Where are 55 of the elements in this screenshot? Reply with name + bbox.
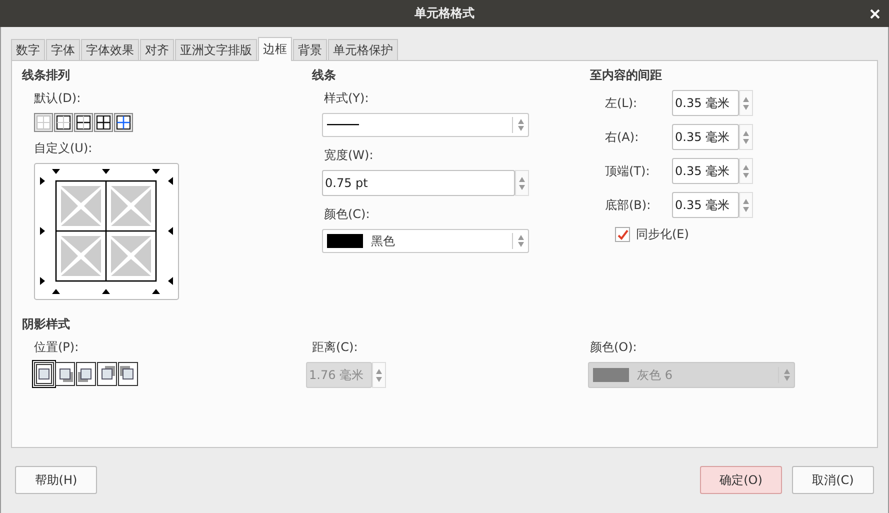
border-preset-icon[interactable] <box>74 113 93 132</box>
field-label: 颜色(O): <box>590 339 637 356</box>
field-label: 顶端(T): <box>605 162 651 180</box>
spin-arrows-icon[interactable] <box>739 124 753 150</box>
line-sample-icon <box>327 124 359 126</box>
section-heading: 线条 <box>312 67 336 84</box>
spin-arrows-icon[interactable] <box>515 170 529 196</box>
tab[interactable]: 对齐 <box>140 39 174 60</box>
field-label: 位置(P): <box>34 339 79 356</box>
window-title: 单元格格式 <box>414 5 474 22</box>
field-label: 自定义(U): <box>34 140 92 157</box>
field-label: 底部(B): <box>605 196 652 214</box>
field-label: 右(A): <box>605 128 640 146</box>
border-preset-icon[interactable] <box>94 113 113 132</box>
field-label: 左(L): <box>605 94 638 112</box>
spin-arrows-icon[interactable] <box>739 90 753 116</box>
checkbox[interactable] <box>615 227 630 242</box>
tab[interactable]: 单元格保护 <box>328 39 398 60</box>
tab[interactable]: 边框 <box>258 37 292 61</box>
border-preset-icon[interactable] <box>114 113 133 132</box>
spin-arrows-icon[interactable] <box>739 192 753 218</box>
cancel-button[interactable]: 取消(C) <box>792 466 874 494</box>
shadow-position-icon[interactable] <box>118 362 138 386</box>
field-label: 默认(D): <box>34 90 81 107</box>
help-button[interactable]: 帮助(H) <box>15 466 97 494</box>
tab[interactable]: 数字 <box>11 39 45 60</box>
shadow-position-icon[interactable] <box>97 362 117 386</box>
section-heading: 至内容的间距 <box>590 67 662 84</box>
spin-arrows-icon[interactable] <box>739 158 753 184</box>
field-label: 颜色(C): <box>324 206 370 223</box>
field-label: 宽度(W): <box>324 147 374 164</box>
field-label: 距离(C): <box>312 339 358 356</box>
spin-arrows-icon <box>512 117 524 133</box>
ok-button[interactable]: 确定(O) <box>700 466 782 494</box>
spacing-input[interactable]: 0.35 毫米 <box>672 192 739 218</box>
color-dropdown[interactable]: 黑色 <box>322 229 529 253</box>
border-preset-icon[interactable] <box>54 113 73 132</box>
section-heading: 线条排列 <box>22 67 70 84</box>
tab[interactable]: 字体 <box>46 39 80 60</box>
tab[interactable]: 背景 <box>293 39 327 60</box>
border-preview-drawing[interactable] <box>34 163 179 300</box>
field-label: 样式(Y): <box>324 90 369 107</box>
checkbox-label: 同步化(E) <box>636 226 689 243</box>
spacing-input[interactable]: 0.35 毫米 <box>672 90 739 116</box>
section-heading: 阴影样式 <box>22 316 70 333</box>
close-icon[interactable] <box>870 9 880 19</box>
tab[interactable]: 字体效果 <box>81 39 139 60</box>
shadow-position-icon[interactable] <box>76 362 96 386</box>
shadow-position-icon[interactable] <box>55 362 75 386</box>
shadow-position-icon[interactable] <box>34 362 54 386</box>
spin-arrows-icon[interactable] <box>372 362 386 388</box>
spacing-input[interactable]: 0.35 毫米 <box>672 158 739 184</box>
width-input[interactable]: 0.75 pt <box>322 170 515 196</box>
spacing-input[interactable]: 0.35 毫米 <box>672 124 739 150</box>
tab[interactable]: 亚洲文字排版 <box>175 39 257 60</box>
